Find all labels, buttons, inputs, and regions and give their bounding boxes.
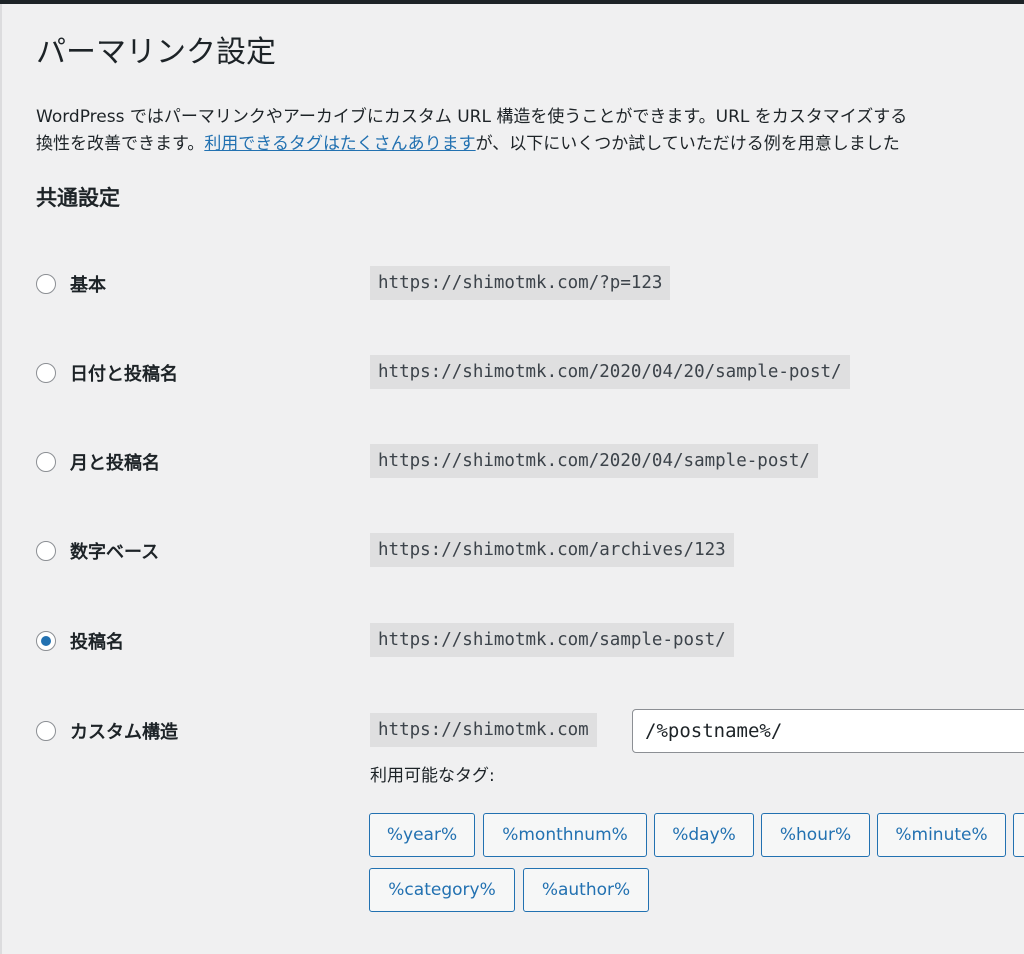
available-tags-link[interactable]: 利用できるタグはたくさんあります: [204, 134, 475, 154]
radio-custom[interactable]: [36, 721, 56, 741]
option-month-name-label[interactable]: 月と投稿名: [36, 442, 160, 482]
custom-structure-input[interactable]: /%postname%/: [632, 709, 1024, 753]
tag-year-button[interactable]: %year%: [369, 813, 475, 857]
radio-month-name[interactable]: [36, 452, 56, 472]
description-line-1: WordPress ではパーマリンクやアーカイブにカスタム URL 構造を使うこ…: [36, 107, 908, 127]
option-custom-label[interactable]: カスタム構造: [36, 711, 178, 751]
permalink-option-numeric: 数字ベース https://shimotmk.com/archives/123: [36, 531, 1024, 571]
page-title: パーマリンク設定: [36, 35, 276, 70]
description-line-2-end: が、以下にいくつか試していただける例を用意しました: [475, 134, 900, 154]
tag-author-button[interactable]: %author%: [523, 868, 649, 912]
permalink-settings-page: パーマリンク設定 WordPress ではパーマリンクやアーカイブにカスタム U…: [36, 0, 1024, 954]
tag-category-button[interactable]: %category%: [369, 868, 515, 912]
custom-base-url: https://shimotmk.com: [370, 713, 597, 747]
permalink-option-day-name: 日付と投稿名 https://shimotmk.com/2020/04/20/s…: [36, 353, 1024, 393]
page-description: WordPress ではパーマリンクやアーカイブにカスタム URL 構造を使うこ…: [36, 104, 1024, 158]
option-numeric-label[interactable]: 数字ベース: [36, 531, 159, 571]
option-month-name-text: 月と投稿名: [70, 453, 160, 474]
example-url-plain: https://shimotmk.com/?p=123: [370, 266, 671, 300]
tag-minute-button[interactable]: %minute%: [877, 813, 1006, 857]
option-post-name-label[interactable]: 投稿名: [36, 621, 124, 661]
option-day-name-text: 日付と投稿名: [70, 364, 178, 385]
option-plain-text: 基本: [70, 275, 106, 296]
tag-monthnum-button[interactable]: %monthnum%: [483, 813, 647, 857]
example-url-numeric: https://shimotmk.com/archives/123: [370, 533, 734, 567]
option-numeric-text: 数字ベース: [70, 542, 160, 563]
option-post-name-text: 投稿名: [70, 632, 124, 653]
common-settings-heading: 共通設定: [36, 186, 120, 210]
radio-day-name[interactable]: [36, 363, 56, 383]
description-line-2-start: 換性を改善できます。: [36, 134, 205, 154]
tag-day-button[interactable]: %day%: [654, 813, 754, 857]
radio-post-name[interactable]: [36, 631, 56, 651]
example-url-day-name: https://shimotmk.com/2020/04/20/sample-p…: [370, 355, 850, 389]
tag-hour-button[interactable]: %hour%: [761, 813, 870, 857]
radio-numeric[interactable]: [36, 541, 56, 561]
tag-partial-button[interactable]: [1013, 813, 1024, 857]
permalink-option-plain: 基本 https://shimotmk.com/?p=123: [36, 264, 1024, 304]
option-day-name-label[interactable]: 日付と投稿名: [36, 353, 178, 393]
example-url-post-name: https://shimotmk.com/sample-post/: [370, 623, 734, 657]
option-plain-label[interactable]: 基本: [36, 264, 106, 304]
permalink-option-post-name: 投稿名 https://shimotmk.com/sample-post/: [36, 621, 1024, 661]
radio-plain[interactable]: [36, 274, 56, 294]
permalink-option-month-name: 月と投稿名 https://shimotmk.com/2020/04/sampl…: [36, 442, 1024, 482]
admin-menu-edge: [0, 4, 2, 954]
example-url-month-name: https://shimotmk.com/2020/04/sample-post…: [370, 444, 818, 478]
available-tags-label: 利用可能なタグ:: [370, 766, 495, 786]
option-custom-text: カスタム構造: [70, 722, 178, 743]
